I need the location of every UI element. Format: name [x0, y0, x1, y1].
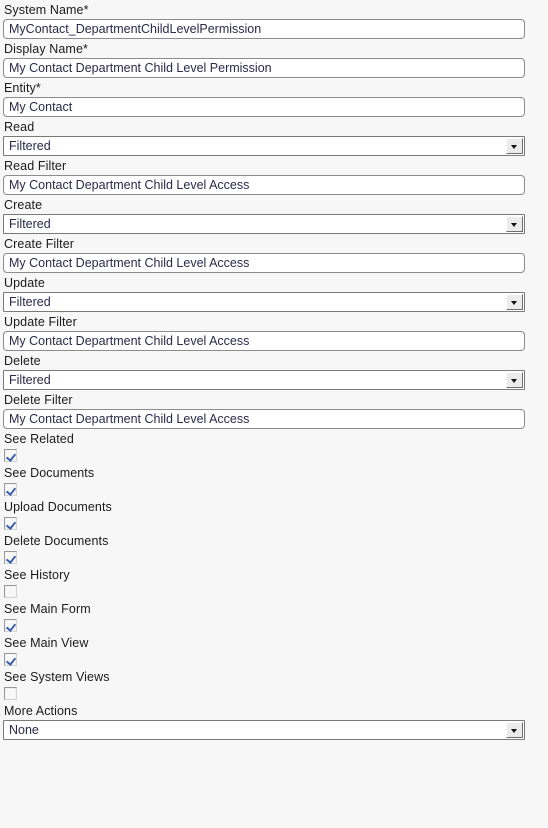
entity-input[interactable]: My Contact [3, 97, 525, 117]
label-see-related: See Related [4, 432, 74, 446]
label-upload-documents: Upload Documents [4, 500, 112, 514]
label-delete: Delete [4, 354, 41, 368]
see-main-view-checkbox[interactable] [4, 653, 17, 666]
label-system-name: System Name* [4, 3, 89, 17]
update-filter-input[interactable]: My Contact Department Child Level Access [3, 331, 525, 351]
see-main-form-checkbox[interactable] [4, 619, 17, 632]
label-update: Update [4, 276, 45, 290]
display-name-input[interactable]: My Contact Department Child Level Permis… [3, 58, 525, 78]
label-display-name: Display Name* [4, 42, 88, 56]
system-name-input[interactable]: MyContact_DepartmentChildLevelPermission [3, 19, 525, 39]
read-select-value: Filtered [9, 139, 51, 153]
permission-form: System Name* MyContact_DepartmentChildLev… [0, 0, 548, 740]
label-delete-filter: Delete Filter [4, 393, 73, 407]
delete-documents-checkbox[interactable] [4, 551, 17, 564]
label-create: Create [4, 198, 43, 212]
see-documents-checkbox[interactable] [4, 483, 17, 496]
label-delete-documents: Delete Documents [4, 534, 109, 548]
read-filter-input[interactable]: My Contact Department Child Level Access [3, 175, 525, 195]
label-entity: Entity* [4, 81, 41, 95]
label-see-system-views: See System Views [4, 670, 110, 684]
chevron-down-icon[interactable] [506, 722, 523, 738]
label-more-actions: More Actions [4, 704, 78, 718]
delete-filter-input[interactable]: My Contact Department Child Level Access [3, 409, 525, 429]
label-see-main-form: See Main Form [4, 602, 91, 616]
delete-select[interactable]: Filtered [3, 370, 525, 390]
more-actions-select[interactable]: None [3, 720, 525, 740]
update-select[interactable]: Filtered [3, 292, 525, 312]
upload-documents-checkbox[interactable] [4, 517, 17, 530]
delete-select-value: Filtered [9, 373, 51, 387]
see-related-checkbox[interactable] [4, 449, 17, 462]
read-select[interactable]: Filtered [3, 136, 525, 156]
label-read: Read [4, 120, 35, 134]
label-see-history: See History [4, 568, 70, 582]
label-see-main-view: See Main View [4, 636, 89, 650]
create-filter-input[interactable]: My Contact Department Child Level Access [3, 253, 525, 273]
label-see-documents: See Documents [4, 466, 95, 480]
more-actions-select-value: None [9, 723, 39, 737]
update-select-value: Filtered [9, 295, 51, 309]
chevron-down-icon[interactable] [506, 294, 523, 310]
see-system-views-checkbox[interactable] [4, 687, 17, 700]
chevron-down-icon[interactable] [506, 372, 523, 388]
see-history-checkbox[interactable] [4, 585, 17, 598]
create-select[interactable]: Filtered [3, 214, 525, 234]
create-select-value: Filtered [9, 217, 51, 231]
chevron-down-icon[interactable] [506, 138, 523, 154]
label-read-filter: Read Filter [4, 159, 67, 173]
label-update-filter: Update Filter [4, 315, 77, 329]
chevron-down-icon[interactable] [506, 216, 523, 232]
label-create-filter: Create Filter [4, 237, 75, 251]
